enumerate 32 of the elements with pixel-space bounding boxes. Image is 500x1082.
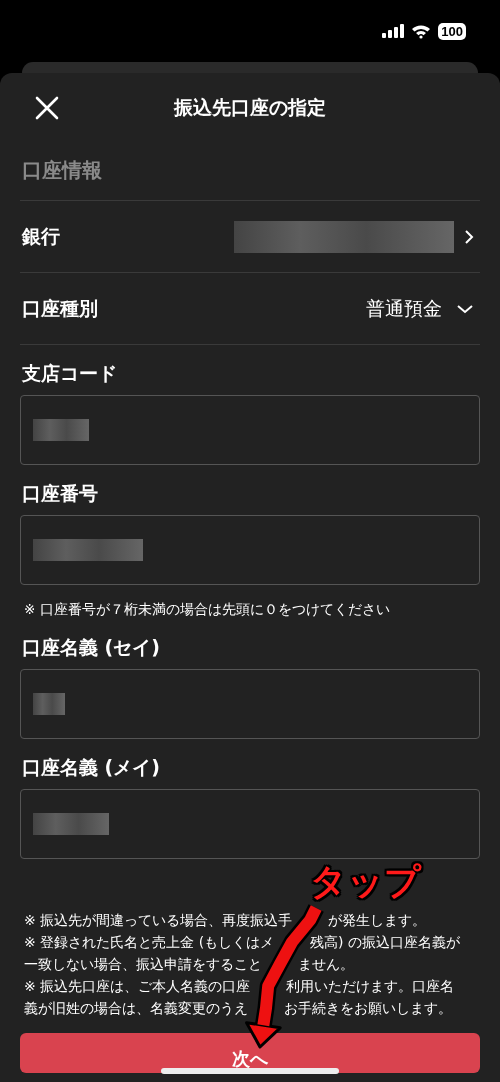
field-label: 口座番号 xyxy=(22,481,99,506)
note-text: ません。 xyxy=(298,955,354,974)
annotation-label: タップ xyxy=(310,862,421,902)
field-label: 支店コード xyxy=(22,361,118,386)
note-text: が発生します。 xyxy=(328,911,427,930)
note-text: ※ 振込先口座は、ご本人名義の口座 xyxy=(24,977,251,996)
chevron-right-icon[interactable] xyxy=(464,228,474,245)
row-label: 銀行 xyxy=(22,223,60,249)
wifi-icon xyxy=(411,23,432,39)
note-text: ※ 登録された氏名と売上金 (もしくはメ xyxy=(24,933,275,952)
chevron-down-icon[interactable] xyxy=(456,303,474,314)
input-field[interactable] xyxy=(20,789,480,859)
account-type-value[interactable]: 普通預金 xyxy=(366,295,442,322)
section-title: 口座情報 xyxy=(20,143,480,201)
note-text: 利用いただけます。口座名 xyxy=(286,977,455,996)
input-field[interactable] xyxy=(20,669,480,739)
signal-icon xyxy=(382,24,405,38)
battery-indicator: 100 xyxy=(438,22,466,40)
screen-title: 振込先口座の指定 xyxy=(174,95,326,120)
note-text: 残高) の振込口座名義が xyxy=(310,933,460,952)
input-field[interactable] xyxy=(20,515,480,585)
field-label: 口座名義 (セイ) xyxy=(22,635,161,660)
note-text: お手続きをお願いします。 xyxy=(284,999,452,1018)
field-note: ※ 口座番号が７桁未満の場合は先頭に０をつけてください xyxy=(24,601,391,619)
next-button[interactable]: 次へ xyxy=(20,1033,480,1073)
input-field[interactable] xyxy=(20,395,480,465)
close-button[interactable] xyxy=(34,95,60,121)
note-text: ※ 振込先が間違っている場合、再度振込手 xyxy=(24,911,293,930)
note-text: 一致しない場合、振込申請をすること xyxy=(24,955,262,974)
field-label: 口座名義 (メイ) xyxy=(22,755,161,780)
row-label: 口座種別 xyxy=(22,295,98,321)
note-text: 義が旧姓の場合は、名義変更のうえ xyxy=(24,999,248,1018)
